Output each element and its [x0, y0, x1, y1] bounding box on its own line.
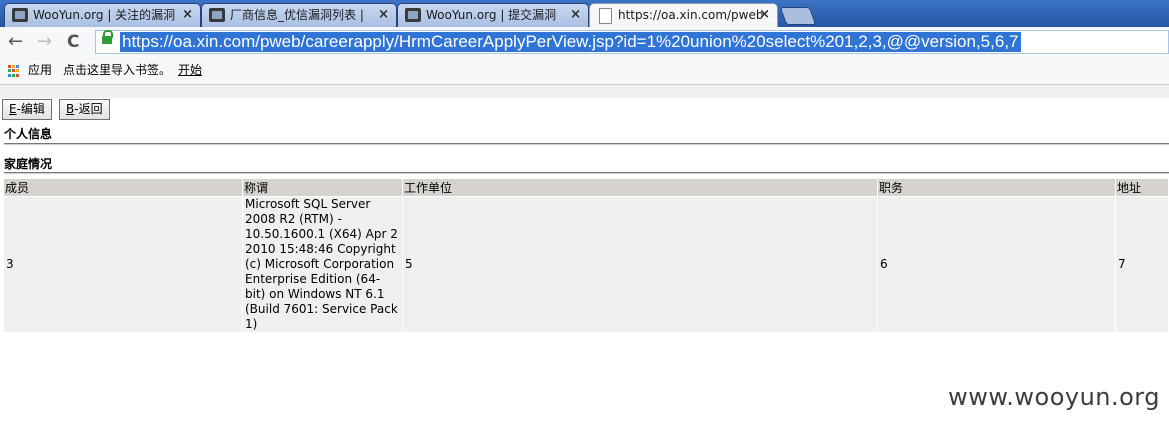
bookmark-import-text: 点击这里导入书签。 [63, 63, 172, 77]
tab-label: WooYun.org | 提交漏洞 [426, 8, 557, 22]
close-tab-icon[interactable]: × [759, 4, 770, 26]
cell-address: 7 [1116, 197, 1168, 332]
page-icon [599, 8, 612, 24]
close-tab-icon[interactable]: × [378, 4, 389, 26]
back-button[interactable]: B-返回 [59, 99, 110, 120]
cell-position: 6 [878, 197, 1115, 332]
col-position: 职务 [878, 179, 1115, 196]
back-arrow-icon[interactable]: ← [8, 31, 23, 53]
section-divider [4, 172, 1169, 174]
col-title: 称谓 [243, 179, 402, 196]
tab-wooyun-submit[interactable]: WooYun.org | 提交漏洞 × [397, 3, 589, 27]
apps-grid-icon[interactable] [8, 65, 20, 77]
wooyun-favicon-icon [405, 8, 421, 22]
back-label: -返回 [74, 102, 103, 116]
page-top-gap [0, 85, 1169, 98]
edit-button[interactable]: E-编辑 [2, 99, 52, 120]
cell-member: 3 [4, 197, 242, 332]
close-tab-icon[interactable]: × [570, 4, 581, 26]
family-table: 成员 称谓 工作单位 职务 地址 3 Microsoft SQL Server … [3, 178, 1169, 333]
section-divider [4, 143, 1169, 145]
tab-vendor-info[interactable]: 厂商信息_优信漏洞列表 | × [201, 3, 397, 27]
wooyun-favicon-icon [209, 8, 225, 22]
col-member: 成员 [4, 179, 242, 196]
tab-label: WooYun.org | 关注的漏洞 [33, 8, 176, 22]
table-row: 3 Microsoft SQL Server 2008 R2 (RTM) - 1… [4, 197, 1168, 332]
forward-arrow-icon[interactable]: → [37, 31, 52, 53]
cell-title: Microsoft SQL Server 2008 R2 (RTM) - 10.… [243, 197, 402, 332]
col-employer: 工作单位 [403, 179, 877, 196]
watermark: www.wooyun.org [948, 383, 1160, 411]
table-header-row: 成员 称谓 工作单位 职务 地址 [4, 179, 1168, 196]
edit-label: -编辑 [16, 102, 45, 116]
back-accesskey: B [66, 102, 75, 116]
cell-employer: 5 [403, 197, 877, 332]
close-tab-icon[interactable]: × [182, 4, 193, 26]
edit-accesskey: E [9, 102, 17, 116]
bookmark-apps[interactable]: 应用 [28, 58, 52, 82]
browser-toolbar: ← → C https://oa.xin.com/pweb/careerappl… [0, 27, 1169, 59]
bookmark-start-link[interactable]: 开始 [178, 58, 202, 82]
tab-active-oa[interactable]: https://oa.xin.com/pweb × [589, 3, 778, 28]
section-personal-info: 个人信息 [4, 127, 53, 141]
address-bar[interactable]: https://oa.xin.com/pweb/careerapply/HrmC… [95, 30, 1169, 54]
tab-wooyun-followed[interactable]: WooYun.org | 关注的漏洞 × [4, 3, 201, 27]
lock-icon [102, 30, 113, 44]
bookmarks-bar: 应用 点击这里导入书签。 开始 [0, 58, 1169, 85]
reload-icon[interactable]: C [67, 31, 79, 53]
wooyun-favicon-icon [12, 8, 28, 22]
col-address: 地址 [1116, 179, 1168, 196]
tab-strip: WooYun.org | 关注的漏洞 × 厂商信息_优信漏洞列表 | × Woo… [0, 0, 1169, 28]
tab-label: 厂商信息_优信漏洞列表 | [230, 8, 364, 22]
new-tab-button[interactable] [779, 7, 817, 25]
section-family: 家庭情况 [4, 157, 53, 171]
url-text[interactable]: https://oa.xin.com/pweb/careerapply/HrmC… [120, 32, 1021, 52]
tab-label: https://oa.xin.com/pweb [618, 8, 764, 22]
